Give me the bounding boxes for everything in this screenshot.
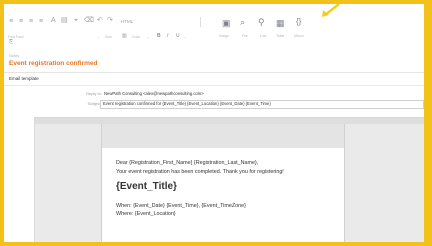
section-label: Email template [9,76,39,81]
pointer-arrow-icon [322,4,340,17]
editor-toolbar: ≡ ≡ ≡ ≡ A ▤ ⌖ ⌫ ↶ ↷ HTML Font Fami ⎘ ⌄ S… [4,4,424,46]
email-body-editor[interactable]: Dear {Registration_First_Name} {Registra… [34,117,424,242]
file-button-label[interactable]: File [242,34,248,38]
file-icon[interactable]: ⌕ [240,18,245,27]
italic-icon[interactable]: I [167,34,168,39]
image-icon[interactable]: ▣ [222,19,231,28]
where-line: Where: {Event_Location} [116,211,176,217]
font-icon: ⎘ [9,39,14,45]
divider [4,72,424,73]
event-title-heading: {Event_Title} [116,181,177,192]
link-button-label[interactable]: Link [260,34,266,38]
table-button-label[interactable]: Table [276,34,284,38]
link-icon[interactable]: ⚲ [258,18,265,27]
macro-icon[interactable]: {} [296,18,301,26]
paste-text-icon[interactable]: ▤ [61,17,68,25]
image-button-label[interactable]: Image [219,34,229,38]
undo-icon[interactable]: ↶ [97,17,103,25]
bold-icon[interactable]: B [157,34,161,39]
intro-line: Your event registration has been complet… [116,169,284,175]
html-source-button[interactable]: HTML [121,19,133,24]
clear-format-icon[interactable]: A [51,17,56,25]
reply-to-label: Reply to: [86,91,102,96]
justify-icon[interactable]: ≡ [39,18,43,26]
reply-to-value: NewPath Consulting <alex@newpathconsulti… [104,91,204,96]
breadcrumb[interactable]: Notify [9,53,19,58]
page-title: Event registration confirmed [9,60,98,67]
text-color-icon[interactable]: ▥ [122,34,127,39]
eraser-icon[interactable]: ⌫ [84,17,94,25]
align-left-icon[interactable]: ≡ [9,18,13,26]
greeting-line: Dear {Registration_First_Name} {Registra… [116,160,259,166]
table-icon[interactable]: ▦ [276,19,285,28]
email-template-editor: ≡ ≡ ≡ ≡ A ▤ ⌖ ⌫ ↶ ↷ HTML Font Fami ⎘ ⌄ S… [4,4,424,242]
subject-label: Subject: [87,101,102,106]
divider [4,85,424,86]
email-content[interactable]: Dear {Registration_First_Name} {Registra… [101,148,345,242]
when-line: When: {Event_Date} {Event_Time}, {Event_… [116,203,246,209]
underline-icon[interactable]: U [176,34,180,39]
align-center-icon[interactable]: ≡ [19,18,23,26]
macro-button-label[interactable]: Macro [294,34,304,38]
email-header-block [101,124,345,148]
toolbar-divider [200,17,201,27]
chevron-down-icon[interactable]: ⌄ [184,35,187,39]
align-right-icon[interactable]: ≡ [29,18,33,26]
format-painter-icon[interactable]: ⌖ [74,17,78,25]
color-select[interactable]: Color [132,35,140,39]
chevron-down-icon[interactable]: ⌄ [147,35,150,39]
size-select[interactable]: Size [105,35,112,39]
redo-icon[interactable]: ↷ [107,17,113,25]
subject-value: Event registration confirmed for {Event_… [103,101,271,106]
chevron-down-icon[interactable]: ⌄ [97,35,100,39]
